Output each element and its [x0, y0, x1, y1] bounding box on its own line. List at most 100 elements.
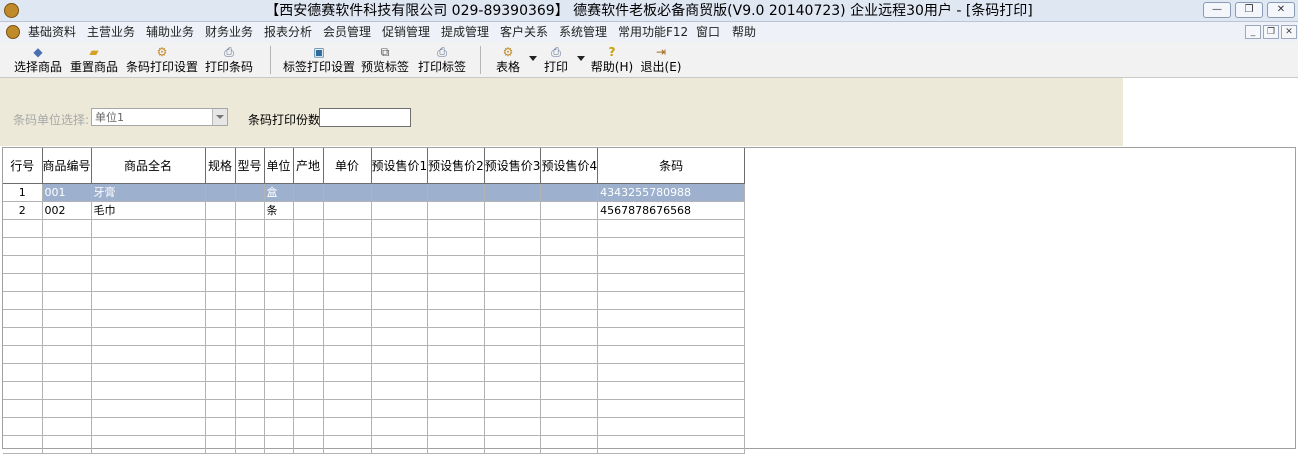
table-cell[interactable]: [484, 417, 542, 436]
table-cell[interactable]: [427, 201, 485, 220]
table-cell[interactable]: [484, 381, 542, 400]
table-cell[interactable]: [91, 363, 206, 382]
close-button[interactable]: ✕: [1267, 2, 1295, 18]
column-header[interactable]: 商品编号: [42, 148, 92, 184]
table-cell[interactable]: [323, 237, 372, 256]
table-cell[interactable]: [205, 435, 236, 454]
table-cell[interactable]: [323, 183, 372, 202]
table-cell[interactable]: [3, 345, 43, 364]
print-button[interactable]: ⎙ 打印: [543, 44, 569, 76]
table-cell[interactable]: [484, 255, 542, 274]
menu-members[interactable]: 会员管理: [323, 25, 371, 39]
table-cell[interactable]: [235, 273, 265, 292]
table-cell[interactable]: [205, 183, 236, 202]
table-cell[interactable]: [597, 399, 746, 418]
row-number-cell[interactable]: 2: [3, 201, 43, 220]
menu-common-functions[interactable]: 常用功能F12: [618, 25, 688, 39]
table-cell[interactable]: [484, 183, 542, 202]
table-cell[interactable]: [371, 309, 429, 328]
table-cell[interactable]: 牙膏: [91, 183, 206, 202]
table-cell[interactable]: [42, 219, 92, 238]
table-cell[interactable]: [91, 255, 206, 274]
menu-main-business[interactable]: 主营业务: [87, 25, 135, 39]
table-cell[interactable]: [540, 363, 599, 382]
table-cell[interactable]: [484, 237, 542, 256]
empty-table-row[interactable]: [3, 219, 746, 238]
table-cell[interactable]: 盒: [264, 183, 294, 202]
empty-table-row[interactable]: [3, 345, 746, 364]
table-cell[interactable]: [264, 381, 294, 400]
label-print-settings-button[interactable]: ▣ 标签打印设置: [283, 44, 355, 76]
table-cell[interactable]: [205, 309, 236, 328]
menu-help[interactable]: 帮助: [732, 25, 756, 39]
table-cell[interactable]: [484, 291, 542, 310]
table-cell[interactable]: [597, 327, 746, 346]
table-cell[interactable]: [42, 291, 92, 310]
menu-window[interactable]: 窗口: [696, 25, 720, 39]
table-cell[interactable]: 毛巾: [91, 201, 206, 220]
table-cell[interactable]: [540, 381, 599, 400]
table-cell[interactable]: [293, 381, 324, 400]
table-cell[interactable]: 001: [42, 183, 92, 202]
column-header[interactable]: 型号: [235, 148, 265, 184]
empty-table-row[interactable]: [3, 273, 746, 292]
table-cell[interactable]: [323, 309, 372, 328]
table-cell[interactable]: [42, 255, 92, 274]
table-cell[interactable]: [91, 381, 206, 400]
table-cell[interactable]: [42, 327, 92, 346]
table-cell[interactable]: [91, 435, 206, 454]
table-cell[interactable]: [371, 345, 429, 364]
table-cell[interactable]: [293, 309, 324, 328]
table-cell[interactable]: [235, 183, 265, 202]
table-cell[interactable]: [484, 327, 542, 346]
table-cell[interactable]: [205, 219, 236, 238]
copies-input[interactable]: [319, 108, 411, 127]
table-cell[interactable]: [371, 183, 429, 202]
table-cell[interactable]: [205, 273, 236, 292]
table-cell[interactable]: [484, 435, 542, 454]
table-cell[interactable]: [323, 363, 372, 382]
table-cell[interactable]: [293, 435, 324, 454]
table-cell[interactable]: [3, 363, 43, 382]
table-dropdown-arrow[interactable]: [529, 56, 537, 61]
empty-table-row[interactable]: [3, 255, 746, 274]
barcode-print-settings-button[interactable]: ⚙ 条码打印设置: [126, 44, 198, 76]
table-cell[interactable]: 条: [264, 201, 294, 220]
table-cell[interactable]: [293, 237, 324, 256]
table-cell[interactable]: [323, 255, 372, 274]
table-cell[interactable]: [323, 435, 372, 454]
table-cell[interactable]: [597, 345, 746, 364]
column-header[interactable]: 规格: [205, 148, 236, 184]
table-cell[interactable]: [484, 309, 542, 328]
table-cell[interactable]: [427, 273, 485, 292]
column-header[interactable]: 预设售价2: [427, 148, 485, 184]
table-cell[interactable]: [293, 363, 324, 382]
table-cell[interactable]: [427, 399, 485, 418]
table-cell[interactable]: [293, 417, 324, 436]
table-cell[interactable]: [484, 399, 542, 418]
table-cell[interactable]: [235, 327, 265, 346]
empty-table-row[interactable]: [3, 327, 746, 346]
table-cell[interactable]: [3, 399, 43, 418]
table-cell[interactable]: [91, 291, 206, 310]
table-cell[interactable]: [3, 435, 43, 454]
table-cell[interactable]: [427, 291, 485, 310]
table-cell[interactable]: [293, 273, 324, 292]
table-cell[interactable]: [91, 219, 206, 238]
table-cell[interactable]: [264, 345, 294, 364]
menu-reports[interactable]: 报表分析: [264, 25, 312, 39]
table-cell[interactable]: [205, 291, 236, 310]
column-header[interactable]: 预设售价1: [371, 148, 429, 184]
table-cell[interactable]: [427, 381, 485, 400]
table-cell[interactable]: [264, 327, 294, 346]
table-cell[interactable]: [597, 255, 746, 274]
table-cell[interactable]: [205, 327, 236, 346]
column-header[interactable]: 行号: [3, 148, 43, 184]
table-cell[interactable]: [484, 363, 542, 382]
table-cell[interactable]: [371, 201, 429, 220]
child-restore-button[interactable]: ❐: [1263, 25, 1279, 39]
menu-finance[interactable]: 财务业务: [205, 25, 253, 39]
table-cell[interactable]: [235, 363, 265, 382]
table-cell[interactable]: [540, 435, 599, 454]
table-cell[interactable]: [3, 327, 43, 346]
